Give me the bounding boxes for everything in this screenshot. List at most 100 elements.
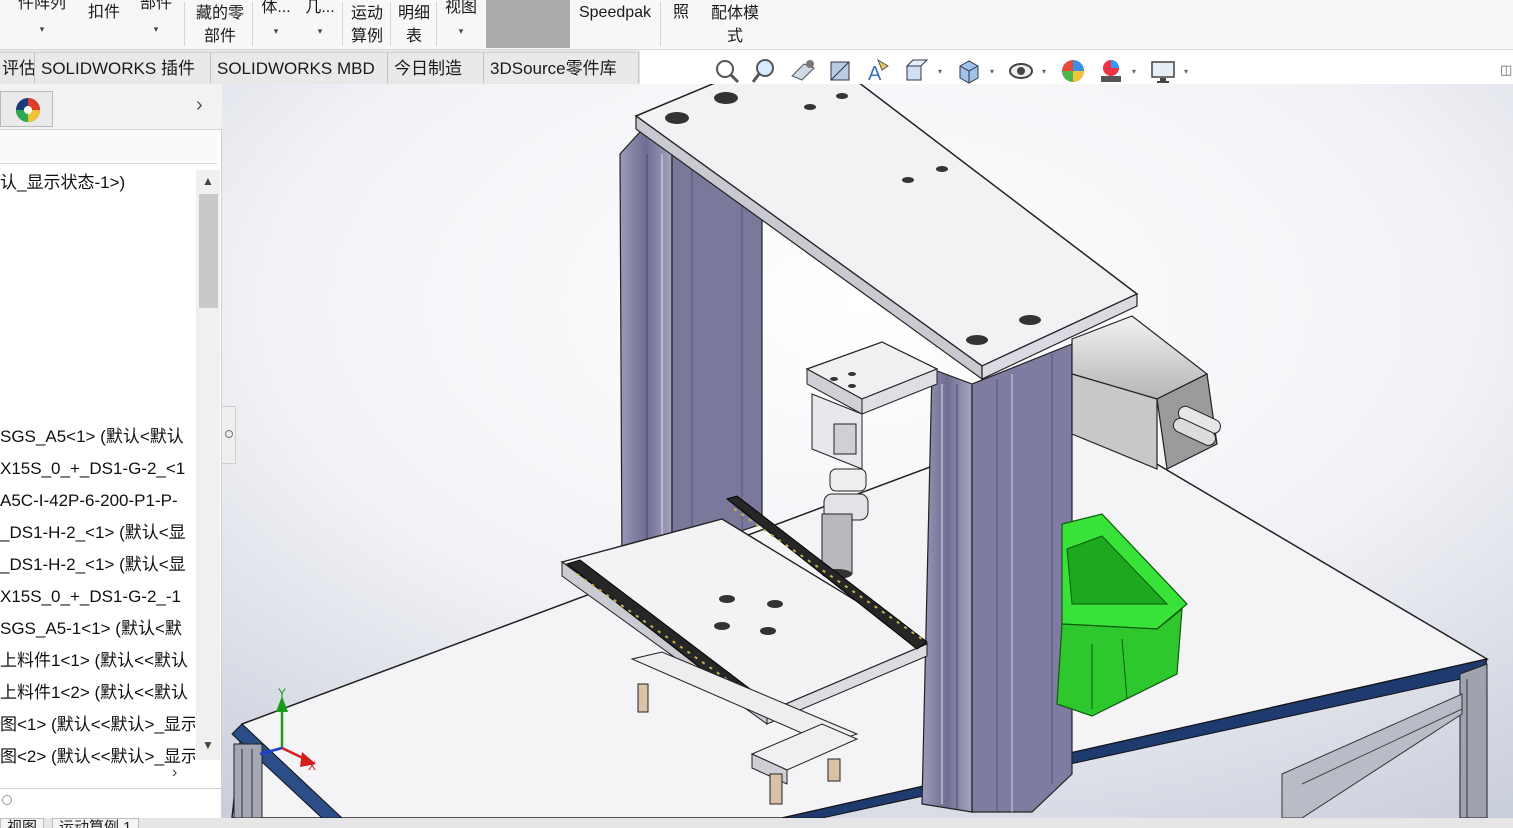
previous-view-icon[interactable] — [788, 56, 818, 86]
chevron-down-icon[interactable]: ▾ — [990, 67, 994, 76]
tab-3dsource-library[interactable]: 3DSource零件库 — [484, 52, 639, 83]
ribbon-button-geometry[interactable]: 几... ▾ — [300, 0, 340, 48]
panel-splitter[interactable] — [222, 406, 236, 464]
scrollbar-thumb[interactable] — [199, 194, 218, 308]
ribbon-label: 式 — [726, 28, 743, 45]
ribbon-label: 明细 — [397, 5, 430, 22]
chevron-down-icon[interactable]: ▾ — [1184, 67, 1188, 76]
tree-scrollbar[interactable]: ▲ ▼ — [196, 170, 220, 760]
ribbon-divider — [252, 2, 253, 46]
viewport-collapse-icon[interactable]: ◫ — [1500, 62, 1512, 78]
ribbon-label: 扣件 — [87, 4, 120, 21]
ribbon-label: 照 — [672, 4, 689, 21]
tab-today-manufacturing[interactable]: 今日制造 — [388, 52, 484, 83]
command-manager-tabs: 评估 SOLIDWORKS 插件 SOLIDWORKS MBD 今日制造 3DS… — [0, 50, 640, 84]
zoom-area-icon[interactable] — [750, 56, 780, 86]
chevron-down-icon: ▾ — [153, 24, 159, 34]
bottom-tab-bar: 视图 运动算例 1 — [0, 818, 1513, 828]
heads-up-view-toolbar: A ▾ ▾ ▾ ▾ ▾ — [712, 56, 1212, 88]
chevron-down-icon[interactable]: ▾ — [938, 67, 942, 76]
ribbon-button-large-assembly-mode[interactable]: 配体模 式 — [704, 0, 766, 48]
tree-item[interactable]: 图<1> (默认<<默认>_显示 — [0, 712, 195, 738]
ribbon-label: 几... — [305, 0, 335, 16]
ribbon-label: 配体模 — [710, 5, 759, 22]
tree-item[interactable]: SGS_A5<1> (默认<默认 — [0, 424, 195, 450]
graphics-viewport[interactable]: Y X — [222, 84, 1513, 818]
hide-show-icon[interactable] — [1006, 56, 1036, 86]
tree-root-item[interactable]: 认_显示状态-1>) — [0, 170, 195, 196]
svg-text:A: A — [868, 63, 882, 85]
ribbon-label: 部件 — [203, 28, 236, 45]
panel-divider — [0, 788, 222, 789]
ribbon-label: 藏的零 — [195, 5, 244, 22]
ribbon-button-body[interactable]: 体... ▾ — [256, 0, 296, 48]
scroll-right-icon[interactable]: › — [172, 764, 177, 782]
feature-tree: 认_显示状态-1>) SGS_A5<1> (默认<默认 X15S_0_+_DS1… — [0, 166, 195, 796]
tab-evaluate[interactable]: 评估 — [0, 52, 35, 83]
tree-item[interactable]: A5C-I-42P-6-200-P1-P- — [0, 488, 195, 514]
ribbon-button-exploded-view[interactable]: 视图 ▾ — [440, 0, 482, 48]
ribbon-button-fasteners[interactable]: 扣件 — [84, 0, 124, 48]
ribbon-button-components[interactable]: 部件 ▾ — [136, 0, 176, 48]
apply-scene-icon[interactable] — [1096, 56, 1126, 86]
ribbon-divider — [660, 2, 661, 46]
tree-item[interactable]: X15S_0_+_DS1-G-2_<1 — [0, 456, 195, 482]
splitter-handle-icon — [225, 430, 233, 438]
zoom-to-fit-icon[interactable] — [712, 56, 742, 86]
tab-solidworks-mbd[interactable]: SOLIDWORKS MBD — [211, 52, 388, 83]
cad-model-render[interactable]: Y X — [222, 84, 1513, 818]
tree-item[interactable]: 图<2> (默认<<默认>_显示 — [0, 744, 195, 770]
tree-item[interactable]: _DS1-H-2_<1> (默认<显 — [0, 552, 195, 578]
display-style-icon[interactable] — [954, 56, 984, 86]
ribbon-blank-button[interactable] — [486, 0, 570, 48]
ribbon-button-hidden-components[interactable]: 藏的零 部件 — [190, 0, 250, 48]
ribbon-button-component-pattern[interactable]: 件阵列 ▾ — [14, 0, 70, 48]
chevron-down-icon: ▾ — [39, 24, 45, 34]
dynamic-annotation-icon[interactable]: A — [864, 56, 894, 86]
scroll-up-icon[interactable]: ▲ — [196, 170, 220, 192]
tree-item[interactable]: SGS_A5-1<1> (默认<默 — [0, 616, 195, 642]
ribbon-label: 运动 — [350, 5, 383, 22]
edit-appearance-icon[interactable] — [1058, 56, 1088, 86]
ribbon-label: 件阵列 — [17, 0, 66, 12]
chevron-down-icon: ▾ — [317, 26, 323, 36]
chevron-down-icon[interactable]: ▾ — [1132, 67, 1136, 76]
tree-item[interactable]: _DS1-H-2_<1> (默认<显 — [0, 520, 195, 546]
right-column — [921, 343, 1073, 813]
ribbon-button-speedpak[interactable]: Speedpak — [574, 0, 656, 48]
chevron-down-icon: ▾ — [458, 26, 464, 36]
section-view-icon[interactable] — [826, 56, 856, 86]
command-ribbon: 件阵列 ▾ 扣件 部件 ▾ 藏的零 部件 体... ▾ 几... ▾ 运动 算例… — [0, 0, 1513, 50]
ribbon-button-bom[interactable]: 明细 表 — [394, 0, 434, 48]
ribbon-label: 体... — [261, 0, 291, 16]
view-settings-icon[interactable] — [1148, 56, 1178, 86]
ribbon-divider — [390, 2, 391, 46]
tree-item[interactable]: 上料件1<1> (默认<<默认 — [0, 648, 195, 674]
scroll-down-icon[interactable]: ▼ — [196, 734, 220, 756]
tab-solidworks-addins[interactable]: SOLIDWORKS 插件 — [35, 52, 211, 83]
tree-item[interactable]: 上料件1<2> (默认<<默认 — [0, 680, 195, 706]
view-orientation-icon[interactable] — [902, 56, 932, 86]
tree-filter-bar[interactable] — [0, 130, 217, 164]
tab-model-view[interactable]: 视图 — [0, 818, 45, 828]
ribbon-divider — [342, 2, 343, 46]
tree-item[interactable]: X15S_0_+_DS1-G-2_-1 — [0, 584, 195, 610]
chevron-down-icon: ▾ — [273, 26, 279, 36]
ribbon-divider — [184, 2, 185, 46]
ribbon-label: Speedpak — [578, 4, 652, 21]
ribbon-button-snapshot[interactable]: 照 — [666, 0, 696, 48]
chevron-down-icon[interactable]: ▾ — [1042, 67, 1046, 76]
ribbon-divider — [436, 2, 437, 46]
panel-header: › — [0, 84, 222, 130]
ribbon-label: 表 — [405, 28, 422, 45]
chevron-right-icon[interactable]: › — [196, 94, 203, 117]
triad-y-label: Y — [278, 686, 286, 700]
ribbon-label: 算例 — [350, 28, 383, 45]
display-manager-tab[interactable] — [0, 91, 53, 127]
triad-x-label: X — [308, 759, 316, 773]
feature-manager-panel: › 认_显示状态-1>) SGS_A5<1> (默认<默认 X15S_0_+_D… — [0, 84, 222, 828]
ribbon-button-motion-study[interactable]: 运动 算例 — [346, 0, 388, 48]
ribbon-label: 视图 — [444, 0, 477, 16]
tab-motion-study[interactable]: 运动算例 1 — [52, 818, 139, 828]
panel-status-icon — [2, 795, 12, 805]
